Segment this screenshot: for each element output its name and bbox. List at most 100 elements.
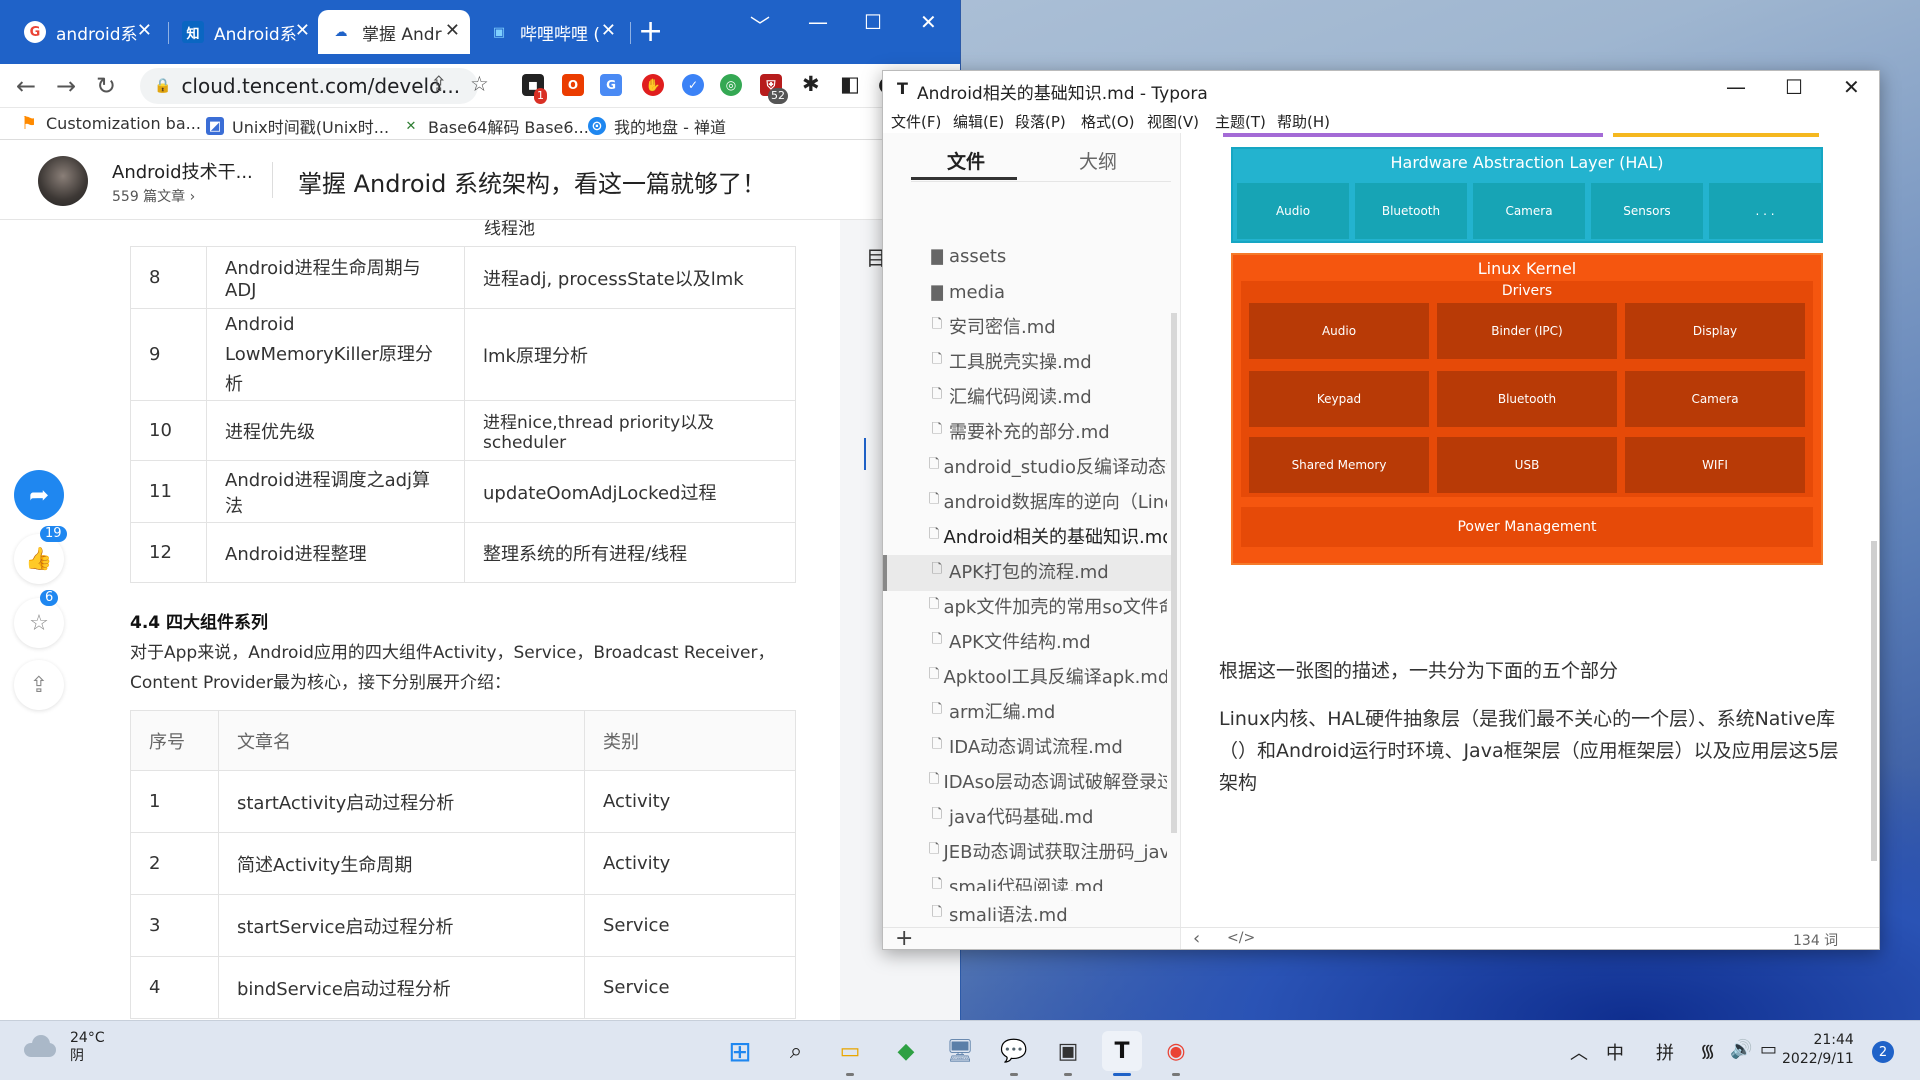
share-page-icon[interactable]: ⇪ [430, 72, 448, 96]
list-item[interactable]: 🗋 android_studio反编译动态调 [929, 451, 1167, 481]
list-item[interactable]: 🗋 java代码基础.md [929, 801, 1167, 831]
editor-area[interactable]: Hardware Abstraction Layer (HAL) Audio B… [1181, 133, 1879, 949]
sidebar-scrollbar[interactable] [1171, 313, 1177, 833]
add-file-icon[interactable]: + [895, 926, 913, 949]
chrome-taskbar-icon[interactable]: ◉ [1156, 1031, 1196, 1071]
chevron-up-icon[interactable]: ︿ [1570, 1039, 1588, 1065]
menu-paragraph[interactable]: 段落(P) [1015, 111, 1066, 132]
ime-language[interactable]: 中 [1606, 1039, 1624, 1065]
wifi-icon[interactable]: ᯾ [1700, 1039, 1715, 1063]
close-button[interactable]: ✕ [1843, 75, 1860, 99]
list-item[interactable]: 🗋 arm汇编.md [929, 696, 1167, 726]
new-tab-button[interactable]: + [638, 14, 663, 49]
office-extension-icon[interactable]: O [562, 74, 584, 96]
list-item[interactable]: 🗋 APK打包的流程.md [929, 556, 1167, 586]
list-item[interactable]: ▇ media [929, 277, 1167, 307]
close-tab-icon[interactable]: ✕ [295, 20, 310, 41]
remote-desktop-icon[interactable]: 🖥 [940, 1031, 980, 1071]
bookmark-base64[interactable]: ✕ Base64解码 Base6... [402, 114, 589, 138]
minimize-button[interactable]: — [808, 10, 828, 34]
close-tab-icon[interactable]: ✕ [445, 20, 460, 41]
favorite-button[interactable]: ☆ [14, 598, 64, 648]
bookmark-zentao[interactable]: ⊙ 我的地盘 - 禅道 [588, 114, 726, 138]
tab-bilibili[interactable]: ▣ 哔哩哔哩 ( ✕ [476, 10, 626, 54]
list-item[interactable]: 🗋android数据库的逆向（Line） [929, 486, 1167, 516]
menu-bar: 文件(F) 编辑(E) 段落(P) 格式(O) 视图(V) 主题(T) 帮助(H… [883, 107, 1879, 133]
tab-google[interactable]: G android系 ✕ [12, 10, 162, 54]
menu-file[interactable]: 文件(F) [891, 111, 941, 132]
tab-zhihu[interactable]: 知 Android系 ✕ [170, 10, 320, 54]
maximize-button[interactable]: ☐ [864, 10, 882, 34]
weather-widget[interactable]: 24°C 阴 [20, 1029, 105, 1065]
list-item[interactable]: 🗋 smali语法.md [929, 899, 1167, 929]
chromium-extension-icon[interactable]: ◎ [720, 74, 742, 96]
menu-edit[interactable]: 编辑(E) [953, 111, 1004, 132]
file-explorer-icon[interactable]: ▭ [830, 1031, 870, 1071]
reload-icon[interactable]: ↻ [96, 72, 116, 100]
list-item[interactable]: 🗋 安司密信.md [929, 311, 1167, 341]
list-item[interactable]: 🗋 smali代码阅读.md [929, 871, 1167, 891]
list-item[interactable]: 🗋 IDAso层动态调试破解登录过 [929, 766, 1167, 796]
checkmark-extension-icon[interactable]: ✓ [682, 74, 704, 96]
menu-theme[interactable]: 主题(T) [1215, 111, 1266, 132]
list-item[interactable]: ▇ assets [929, 241, 1167, 271]
avatar[interactable] [38, 156, 88, 206]
close-tab-icon[interactable]: ✕ [137, 20, 152, 41]
list-item[interactable]: 🗋 需要补充的部分.md [929, 416, 1167, 446]
translate-extension-icon[interactable]: G [600, 74, 622, 96]
minimize-button[interactable]: — [1726, 75, 1746, 99]
bookmark-unix-time[interactable]: ◩ Unix时间戳(Unix时... [206, 114, 389, 138]
author-name[interactable]: Android技术干... [112, 158, 253, 184]
table-cell-fragment: 线程池 [484, 220, 535, 239]
list-item[interactable]: 🗋 汇编代码阅读.md [929, 381, 1167, 411]
editor-paragraph[interactable]: 根据这一张图的描述，一共分为下面的五个部分 [1219, 655, 1839, 687]
volume-icon[interactable]: 🔊 [1730, 1039, 1752, 1060]
ime-mode[interactable]: 拼 [1656, 1039, 1674, 1065]
runner-icon: ⚑ [20, 113, 38, 134]
menu-format[interactable]: 格式(O) [1081, 111, 1135, 132]
article-count[interactable]: 559 篇文章 › [112, 186, 195, 206]
word-count[interactable]: 134 词 [1793, 930, 1838, 949]
clock[interactable]: 21:44 2022/9/11 [1782, 1031, 1854, 1069]
search-icon[interactable]: ⌕ [776, 1031, 816, 1071]
address-bar[interactable]: 🔒 cloud.tencent.com/develo... [140, 68, 478, 104]
tab-files[interactable]: 文件 [947, 147, 985, 174]
hal-item: Camera [1473, 183, 1585, 239]
wechat-icon[interactable]: 💬 [994, 1031, 1034, 1071]
list-item[interactable]: 🗋 JEB动态调试获取注册码_java [929, 836, 1167, 866]
chevron-left-icon[interactable]: ‹ [1193, 928, 1200, 949]
battery-icon[interactable]: ▭ [1760, 1039, 1777, 1060]
adblock-extension-icon[interactable]: ✋ [642, 74, 664, 96]
notification-badge[interactable]: 2 [1872, 1041, 1894, 1063]
menu-view[interactable]: 视图(V) [1147, 111, 1199, 132]
source-code-icon[interactable]: </> [1227, 930, 1255, 946]
tab-search-icon[interactable]: ﹀ [750, 10, 770, 39]
upload-share-button[interactable]: ⇪ [14, 660, 64, 710]
list-item[interactable]: 🗋 Apktool工具反编译apk.md [929, 661, 1167, 691]
editor-scrollbar[interactable] [1871, 541, 1877, 861]
forward-icon[interactable]: → [56, 72, 76, 100]
back-icon[interactable]: ← [16, 72, 36, 100]
close-window-button[interactable]: ✕ [920, 10, 937, 34]
bookmark-customization[interactable]: ⚑ Customization ba... [20, 113, 201, 134]
windows-start-icon[interactable]: ⊞ [720, 1031, 760, 1071]
editor-paragraph[interactable]: Linux内核、HAL硬件抽象层（是我们最不关心的一个层）、系统Native库（… [1219, 703, 1839, 799]
share-button[interactable]: ➦ [14, 470, 64, 520]
file-icon: 🗋 [931, 877, 943, 891]
bookmark-star-icon[interactable]: ☆ [470, 72, 489, 96]
list-item[interactable]: 🗋 工具脱壳实操.md [929, 346, 1167, 376]
side-panel-icon[interactable]: ◧ [840, 72, 860, 96]
list-item[interactable]: 🗋 APK文件结构.md [929, 626, 1167, 656]
typora-taskbar-icon[interactable]: T [1102, 1031, 1142, 1071]
puzzle-extensions-icon[interactable]: ✱ [802, 72, 820, 96]
list-item[interactable]: 🗋 IDA动态调试流程.md [929, 731, 1167, 761]
tab-tencent-cloud[interactable]: ☁ 掌握 Andr ✕ [318, 10, 470, 54]
maximize-button[interactable]: ☐ [1785, 75, 1803, 99]
notion-icon[interactable]: ▣ [1048, 1031, 1088, 1071]
list-item-active[interactable]: 🗋 Android相关的基础知识.md [929, 521, 1167, 551]
list-item[interactable]: 🗋 apk文件加壳的常用so文件命 [929, 591, 1167, 621]
feishu-icon[interactable]: ◆ [886, 1031, 926, 1071]
tab-outline[interactable]: 大纲 [1079, 147, 1117, 174]
close-tab-icon[interactable]: ✕ [601, 20, 616, 41]
menu-help[interactable]: 帮助(H) [1277, 111, 1330, 132]
